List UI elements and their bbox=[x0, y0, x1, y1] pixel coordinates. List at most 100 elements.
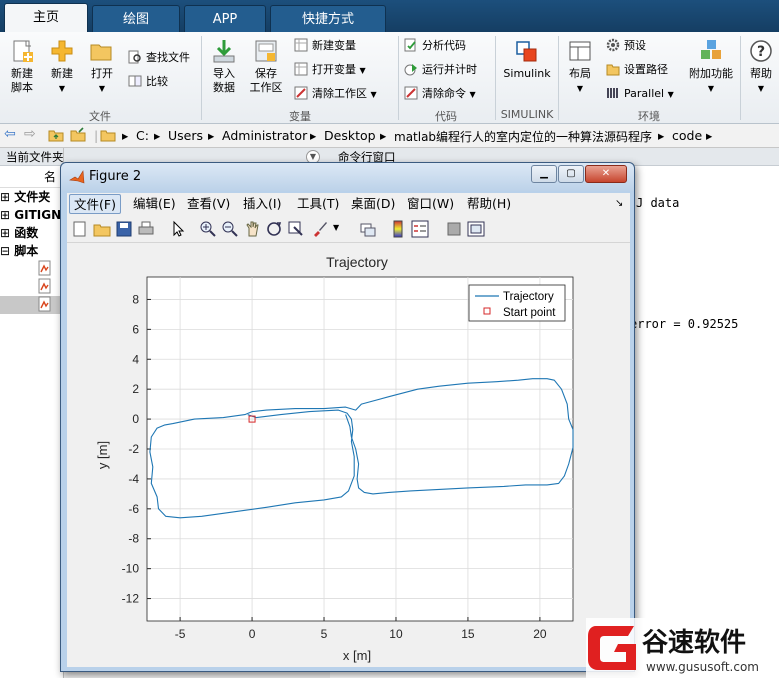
hide-plot-tools-icon[interactable] bbox=[445, 220, 463, 238]
breadcrumb-item[interactable]: Users bbox=[168, 128, 203, 143]
new-script-button[interactable]: 新建 脚本 bbox=[4, 38, 40, 95]
tab-shortcuts[interactable]: 快捷方式 bbox=[270, 5, 386, 32]
menu-view[interactable]: 查看(V) bbox=[183, 194, 234, 214]
compare-button[interactable]: 比较 bbox=[128, 72, 168, 92]
tab-apps[interactable]: APP bbox=[184, 5, 266, 32]
addons-button[interactable]: 附加功能 ▼ bbox=[686, 38, 736, 96]
breadcrumb-item[interactable]: Desktop bbox=[324, 128, 376, 143]
open-variable-button[interactable]: 打开变量 ▼ bbox=[294, 60, 366, 80]
parallel-button[interactable]: Parallel ▼ bbox=[606, 84, 674, 104]
preferences-button[interactable]: 预设 bbox=[606, 36, 646, 56]
menu-desktop[interactable]: 桌面(D) bbox=[347, 194, 399, 214]
script-file-row-selected[interactable] bbox=[0, 296, 63, 314]
breadcrumb-arrow-icon[interactable]: ▸ bbox=[706, 128, 712, 143]
simulink-label: Simulink bbox=[503, 67, 551, 80]
simulink-button[interactable]: Simulink bbox=[500, 38, 554, 81]
name-column-header[interactable]: 名 bbox=[0, 166, 63, 188]
help-label: 帮助 bbox=[750, 67, 772, 80]
breadcrumb-item[interactable]: C: bbox=[136, 128, 149, 143]
forward-arrow-icon[interactable]: ⇨ bbox=[24, 126, 36, 142]
link-icon[interactable] bbox=[359, 220, 377, 238]
zoom-in-icon[interactable] bbox=[199, 220, 217, 238]
find-files-label: 查找文件 bbox=[146, 51, 190, 64]
simulink-icon bbox=[516, 41, 537, 62]
tree-group-label: GITIGN bbox=[14, 208, 62, 222]
colorbar-icon[interactable] bbox=[389, 220, 407, 238]
environment-group-label: 环境 bbox=[638, 110, 660, 123]
menu-help[interactable]: 帮助(H) bbox=[463, 194, 515, 214]
x-axis-label: x [m] bbox=[343, 648, 371, 663]
back-arrow-icon[interactable]: ⇦ bbox=[4, 126, 16, 142]
menu-window[interactable]: 窗口(W) bbox=[403, 194, 458, 214]
breadcrumb-arrow-icon[interactable]: ▸ bbox=[208, 128, 214, 143]
script-file-row[interactable] bbox=[0, 260, 63, 278]
new-variable-button[interactable]: 新建变量 bbox=[294, 36, 356, 56]
clear-workspace-button[interactable]: 清除工作区 ▼ bbox=[294, 84, 377, 104]
data-cursor-icon[interactable] bbox=[287, 220, 305, 238]
menu-edit[interactable]: 编辑(E) bbox=[129, 194, 180, 214]
breadcrumb-arrow-icon[interactable]: ▸ bbox=[310, 128, 316, 143]
y-tick-label: 8 bbox=[132, 292, 139, 306]
tree-group-functions[interactable]: ⊞ 函数 bbox=[0, 224, 63, 242]
find-files-button[interactable]: 查找文件 bbox=[128, 48, 190, 68]
tab-plots[interactable]: 绘图 bbox=[92, 5, 180, 32]
breadcrumb-item[interactable]: code bbox=[672, 128, 702, 143]
menu-tools[interactable]: 工具(T) bbox=[293, 194, 343, 214]
tree-group-gitignore[interactable]: ⊞ GITIGN bbox=[0, 206, 63, 224]
figure-title-bar[interactable]: Figure 2 ▁ ▢ ✕ bbox=[61, 163, 634, 191]
menu-insert[interactable]: 插入(I) bbox=[239, 194, 285, 214]
zoom-out-icon[interactable] bbox=[221, 220, 239, 238]
trajectory-plot[interactable]: Trajectory -5 0 5 10 15 20 -12 -10 -8 -6 -4 -2 0 2 4 6 8… bbox=[67, 243, 630, 667]
clear-commands-button[interactable]: 清除命令 ▼ bbox=[404, 84, 476, 104]
rotate-icon[interactable] bbox=[265, 220, 283, 238]
maximize-button[interactable]: ▢ bbox=[558, 165, 584, 183]
new-variable-icon bbox=[294, 38, 308, 52]
open-file-icon[interactable] bbox=[93, 220, 111, 238]
open-button[interactable]: 打开 ▼ bbox=[84, 38, 120, 96]
breadcrumb-arrow-icon[interactable]: ▸ bbox=[658, 128, 664, 143]
tree-group-scripts[interactable]: ⊟ 脚本 bbox=[0, 242, 63, 260]
x-tick-label: 15 bbox=[461, 627, 475, 641]
help-button[interactable]: ? 帮助 ▼ bbox=[744, 38, 778, 96]
breadcrumb-arrow-icon[interactable]: ▸ bbox=[154, 128, 160, 143]
tab-home[interactable]: 主页 bbox=[4, 3, 88, 32]
show-plot-tools-icon[interactable] bbox=[467, 220, 485, 238]
legend-icon[interactable] bbox=[411, 220, 429, 238]
script-file-row[interactable] bbox=[0, 278, 63, 296]
y-tick-label: 6 bbox=[132, 322, 139, 336]
new-button[interactable]: 新建 ▼ bbox=[44, 38, 80, 96]
save-workspace-button[interactable]: 保存 工作区 bbox=[246, 38, 286, 95]
up-folder-icon[interactable] bbox=[48, 127, 64, 146]
print-icon[interactable] bbox=[137, 220, 155, 238]
pan-icon[interactable] bbox=[243, 220, 261, 238]
compare-icon bbox=[128, 75, 142, 87]
breadcrumb-arrow-icon[interactable]: ▸ bbox=[122, 128, 128, 143]
layout-button[interactable]: 布局 ▼ bbox=[562, 38, 598, 96]
breadcrumb-item[interactable]: Administrator bbox=[222, 128, 307, 143]
brush-icon[interactable] bbox=[311, 220, 329, 238]
close-button[interactable]: ✕ bbox=[585, 165, 627, 183]
save-icon[interactable] bbox=[115, 220, 133, 238]
brush-dropdown-icon[interactable]: ▼ bbox=[333, 223, 339, 232]
pointer-icon[interactable] bbox=[169, 220, 187, 238]
breadcrumb-item[interactable]: matlab编程行人的室内定位的一种算法源码程序 bbox=[394, 128, 652, 145]
import-data-button[interactable]: 导入 数据 bbox=[206, 38, 242, 95]
y-tick-label: 0 bbox=[132, 412, 139, 426]
y-tick-label: -6 bbox=[128, 502, 139, 516]
addons-cubes-icon bbox=[701, 40, 721, 59]
figure-canvas[interactable]: Trajectory -5 0 5 10 15 20 -12 -10 -8 -6 -4 -2 0 2 4 6 8… bbox=[67, 243, 630, 667]
browse-folder-icon[interactable] bbox=[70, 127, 86, 146]
new-figure-icon[interactable] bbox=[71, 220, 89, 238]
run-and-time-button[interactable]: 运行并计时 bbox=[404, 60, 477, 80]
breadcrumb-arrow-icon[interactable]: ▸ bbox=[380, 128, 386, 143]
folder-path-icon bbox=[606, 64, 620, 76]
clear-workspace-label: 清除工作区 bbox=[312, 87, 367, 100]
tree-group-folders[interactable]: ⊞ 文件夹 bbox=[0, 188, 63, 206]
minimize-button[interactable]: ▁ bbox=[531, 165, 557, 183]
menu-file[interactable]: 文件(F) bbox=[69, 194, 121, 214]
ribbon-separator bbox=[740, 36, 741, 120]
y-axis-label: y [m] bbox=[95, 441, 110, 469]
analyze-code-button[interactable]: 分析代码 bbox=[404, 36, 466, 56]
set-path-button[interactable]: 设置路径 bbox=[606, 60, 668, 80]
menu-dock-arrow-icon[interactable]: ↘ bbox=[611, 194, 627, 214]
